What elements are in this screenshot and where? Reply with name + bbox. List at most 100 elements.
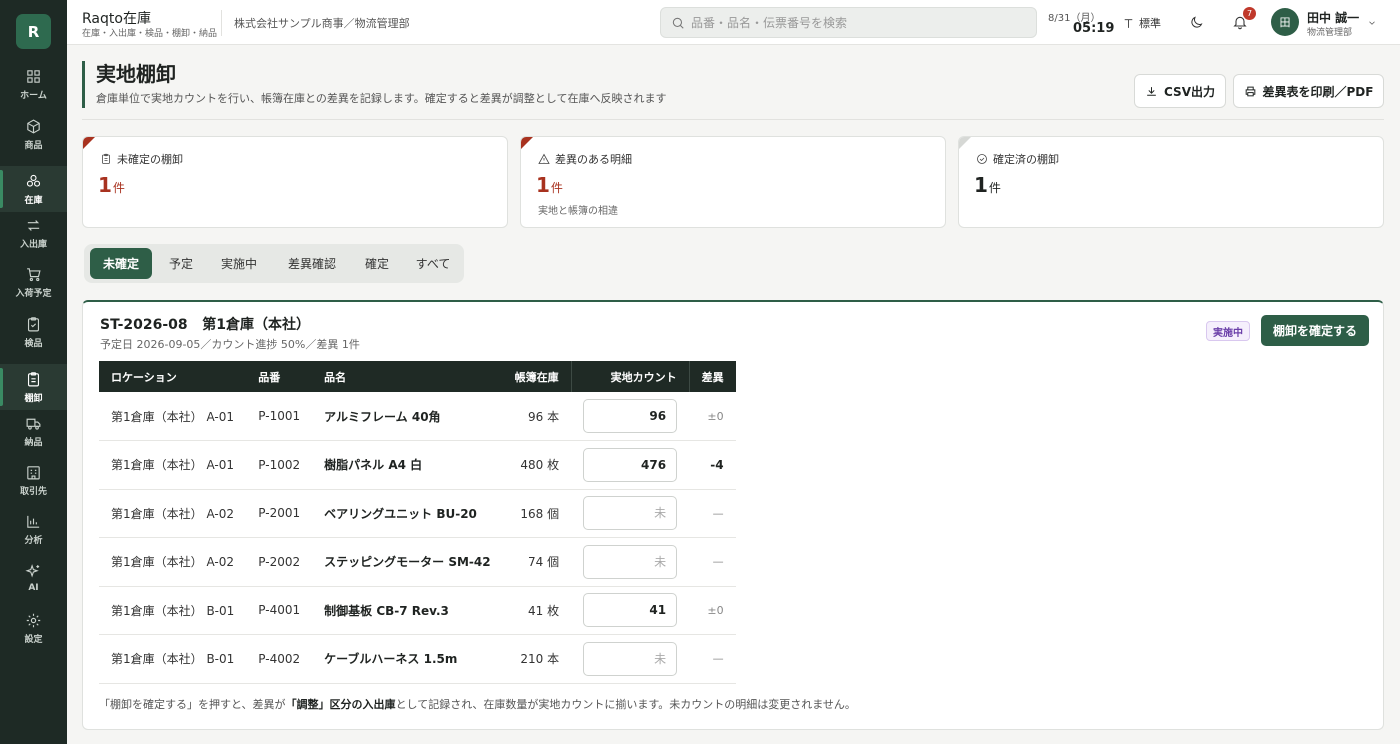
footnote-emphasis: 「調整」区分の入出庫: [285, 698, 396, 711]
stat-number: 1: [98, 173, 112, 197]
sidebar-item-inventory[interactable]: 在庫: [0, 166, 67, 212]
sidebar-item-products[interactable]: 商品: [0, 111, 67, 157]
sidebar-item-stock-movements[interactable]: 入出庫: [0, 210, 67, 256]
stat-number: 1: [536, 173, 550, 197]
cell-name: 樹脂パネル A4 白: [312, 440, 503, 490]
cell-book-stock: 480 枚: [502, 440, 572, 490]
font-size-button[interactable]: 標準: [1122, 15, 1161, 31]
status-tabs: 未確定 予定 実施中 差異確認 確定 すべて: [84, 244, 464, 283]
page-title: 実地棚卸: [96, 62, 176, 86]
sidebar-item-incoming[interactable]: 入荷予定: [0, 259, 67, 305]
csv-export-button[interactable]: CSV出力: [1134, 74, 1226, 108]
cell-variance: ±0: [689, 586, 736, 635]
stat-label: 未確定の棚卸: [100, 151, 183, 167]
search-box[interactable]: [660, 7, 1037, 38]
tab-unconfirmed[interactable]: 未確定: [90, 248, 152, 279]
table-header-row: ロケーション 品番 品名 帳簿在庫 実地カウント 差異: [99, 361, 736, 392]
cell-code: P-1002: [246, 440, 313, 490]
stat-label-text: 差異のある明細: [555, 153, 632, 166]
sidebar-item-ai[interactable]: AI: [0, 555, 67, 601]
column-header-variance: 差異: [688, 361, 736, 392]
sparkle-icon: [25, 564, 40, 578]
avatar[interactable]: 田: [1271, 8, 1299, 36]
physical-count-input[interactable]: [583, 496, 678, 531]
cell-location: 第1倉庫（本社） A-02: [99, 537, 247, 587]
app-title[interactable]: Raqto在庫: [82, 8, 151, 28]
current-time: 05:19: [1073, 21, 1115, 36]
top-bar: Raqto在庫 在庫・入出庫・検品・棚卸・納品 株式会社サンプル商事／物流管理部…: [67, 0, 1400, 45]
header-separator: [82, 119, 1384, 120]
sidebar-item-label: 入荷予定: [15, 288, 52, 299]
cell-book-stock: 96 本: [502, 392, 572, 441]
app-logo[interactable]: R: [16, 14, 51, 49]
header-divider: [221, 10, 222, 36]
tab-scheduled[interactable]: 予定: [156, 248, 206, 279]
tab-in-progress[interactable]: 実施中: [210, 248, 268, 279]
table-row: 第1倉庫（本社） A-01 P-1001 アルミフレーム 40角 96 本 ±0: [99, 392, 736, 441]
sidebar-item-analytics[interactable]: 分析: [0, 506, 67, 552]
footnote-text-a: 「棚卸を確定する」を押すと、差異が: [99, 698, 286, 711]
sidebar-item-partners[interactable]: 取引先: [0, 457, 67, 503]
stat-value: 1 件: [974, 173, 1001, 197]
clipboard-icon: [102, 153, 110, 164]
search-input[interactable]: [691, 13, 1021, 33]
dark-mode-toggle[interactable]: [1189, 15, 1204, 30]
sidebar-item-inspection[interactable]: 検品: [0, 309, 67, 355]
table-row: 第1倉庫（本社） A-02 P-2002 ステッピングモーター SM-42 74…: [99, 537, 736, 587]
stat-number: 1: [974, 173, 988, 197]
stocktake-id: ST-2026-08: [100, 317, 188, 333]
stat-card-unconfirmed: 未確定の棚卸 1 件: [82, 136, 508, 228]
truck-icon: [26, 418, 41, 430]
cell-name: ケーブルハーネス 1.5m: [312, 634, 503, 684]
sidebar-item-label: 取引先: [19, 486, 47, 497]
sidebar: R ホーム 商品 在庫 入出庫 入荷予定 検品 棚卸 納品 取引先 分析 AI …: [0, 0, 67, 744]
sidebar-item-label: 検品: [24, 338, 43, 349]
card-accent: [959, 137, 971, 149]
warning-icon: [538, 153, 550, 164]
print-variance-button[interactable]: 差異表を印刷／PDF: [1233, 74, 1384, 108]
sidebar-item-home[interactable]: ホーム: [0, 61, 67, 107]
stat-label: 差異のある明細: [538, 151, 632, 167]
footnote-text-c: として記録され、在庫数量が実地カウントに揃います。未カウントの明細は変更されませ…: [395, 698, 856, 711]
sidebar-item-label: 納品: [24, 437, 43, 448]
sidebar-item-label: 在庫: [24, 195, 43, 206]
cell-variance: —: [689, 489, 736, 538]
column-header-physical-count: 実地カウント: [570, 361, 690, 392]
sidebar-item-stocktake[interactable]: 棚卸: [0, 364, 67, 410]
column-header-name: 品名: [312, 361, 503, 392]
tab-all[interactable]: すべて: [404, 248, 462, 279]
stat-value: 1 件: [536, 173, 563, 197]
physical-count-input[interactable]: [583, 399, 678, 433]
cell-name: アルミフレーム 40角: [312, 392, 503, 441]
cell-code: P-1001: [246, 392, 313, 441]
cell-variance: ±0: [689, 392, 736, 441]
tab-variance-review[interactable]: 差異確認: [274, 248, 350, 279]
sidebar-item-label: 商品: [24, 140, 43, 151]
box-icon: [27, 118, 40, 134]
sidebar-item-settings[interactable]: 設定: [0, 605, 67, 651]
stocktake-table: ロケーション 品番 品名 帳簿在庫 実地カウント 差異 第1倉庫（本社） A-0…: [99, 361, 736, 684]
cell-code: P-4001: [246, 586, 313, 635]
tab-confirmed[interactable]: 確定: [354, 248, 400, 279]
font-size-label: 標準: [1139, 17, 1161, 30]
physical-count-input[interactable]: [583, 544, 678, 579]
printer-icon: [1245, 86, 1255, 96]
stat-card-variance: 差異のある明細 1 件 実地と帳簿の相違: [520, 136, 946, 228]
stat-note: 実地と帳簿の相違: [538, 206, 618, 217]
physical-count-input[interactable]: [583, 641, 678, 676]
clipboard-list-icon: [27, 371, 40, 386]
user-name[interactable]: 田中 誠一: [1307, 9, 1359, 26]
physical-count-input[interactable]: [583, 593, 678, 628]
cell-name: ステッピングモーター SM-42: [312, 537, 503, 587]
stat-unit: 件: [550, 181, 563, 195]
user-menu-toggle[interactable]: [1367, 17, 1377, 27]
confirm-stocktake-button[interactable]: 棚卸を確定する: [1261, 315, 1369, 346]
arrows-swap-icon: [27, 219, 40, 231]
cell-code: P-2002: [246, 537, 313, 587]
sidebar-item-label: 入出庫: [19, 239, 47, 250]
sidebar-item-delivery[interactable]: 納品: [0, 408, 67, 454]
physical-count-input[interactable]: [583, 447, 678, 482]
sidebar-item-label: 棚卸: [24, 393, 43, 404]
cell-variance: —: [689, 634, 736, 684]
table-row: 第1倉庫（本社） A-01 P-1002 樹脂パネル A4 白 480 枚 -4: [99, 440, 736, 490]
